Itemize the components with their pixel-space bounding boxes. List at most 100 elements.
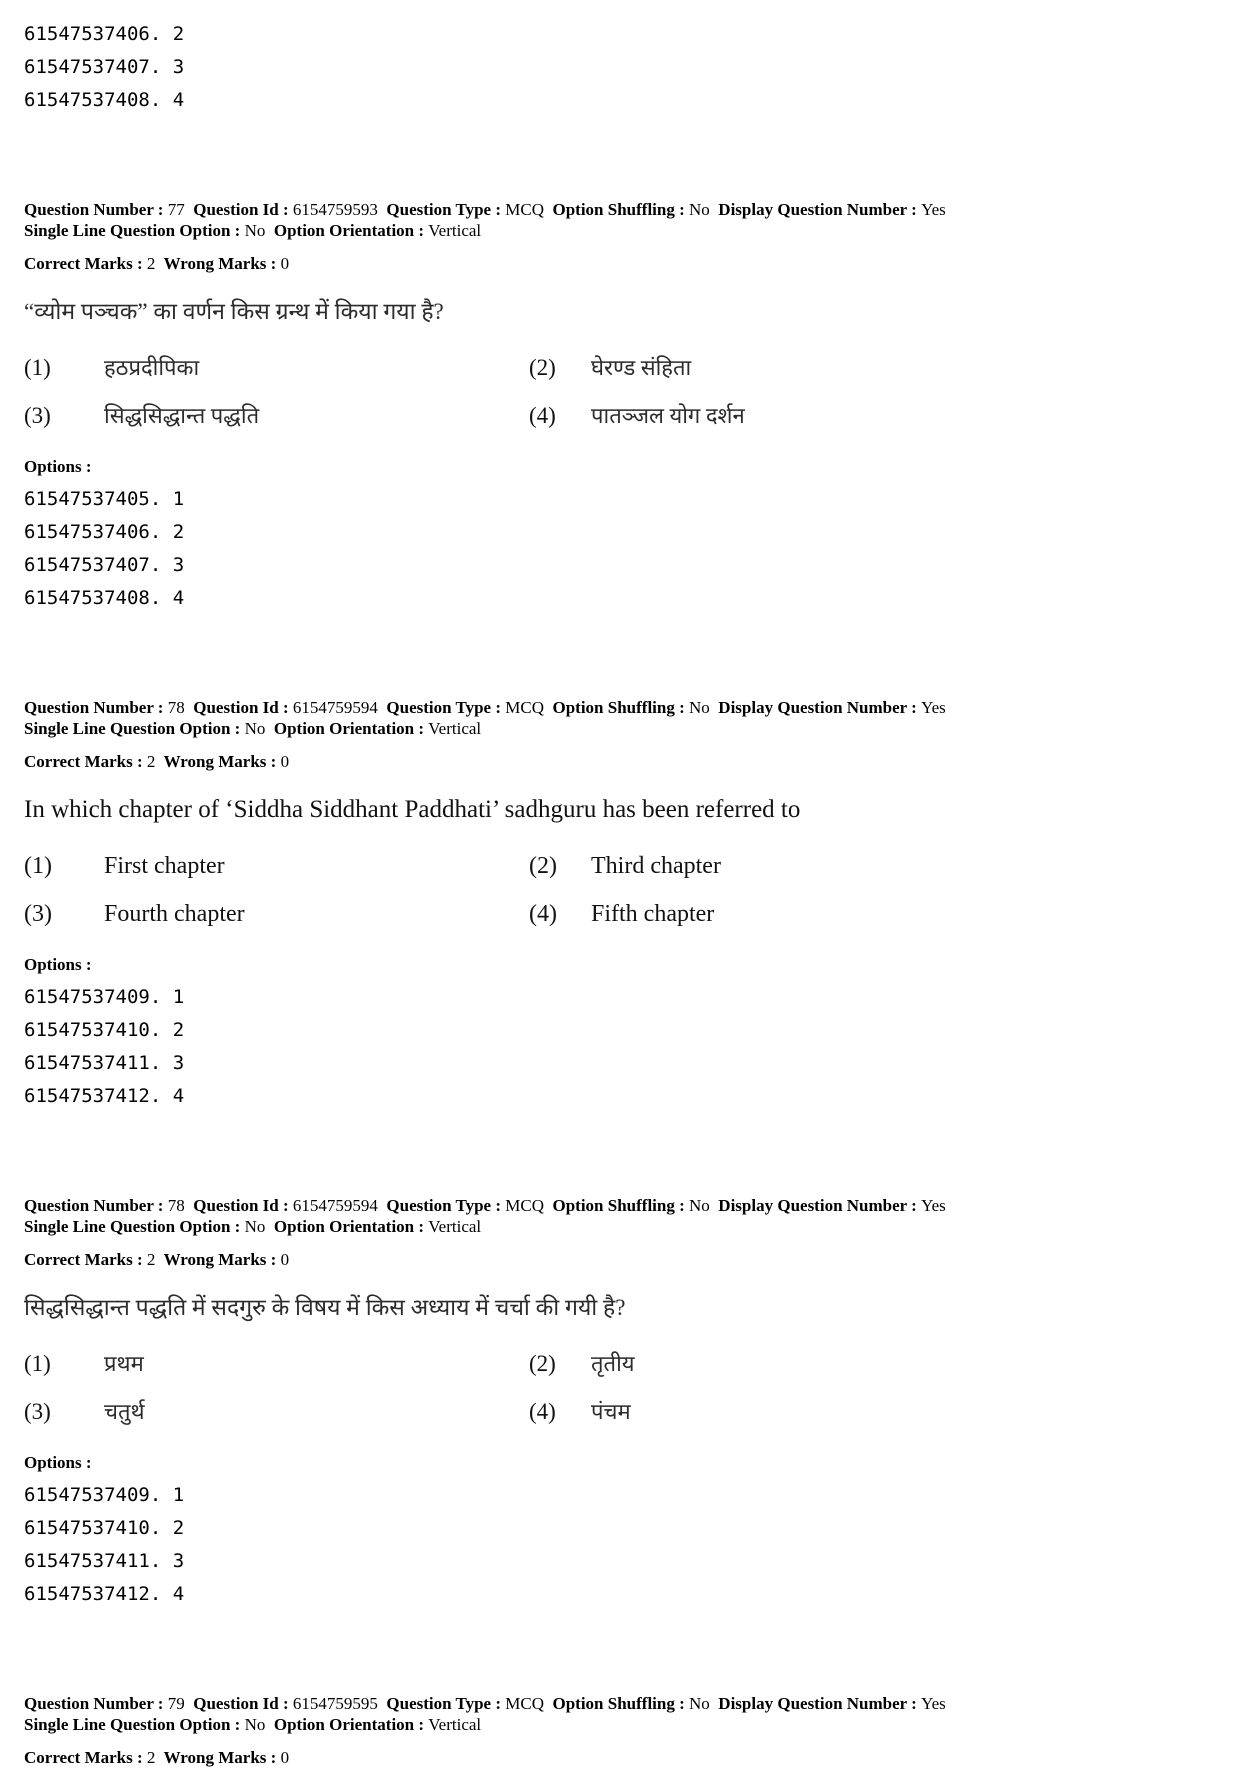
option-label: हठप्रदीपिका xyxy=(104,355,200,380)
label-option-orientation: Option Orientation : xyxy=(273,221,425,240)
value-single-line-question-option: No xyxy=(244,1217,266,1236)
question-meta-line-1: Question Number : 78 Question Id : 61547… xyxy=(24,697,1094,718)
label-correct-marks: Correct Marks : xyxy=(24,1748,143,1767)
option-number: (3) xyxy=(24,901,52,927)
question-meta-78-english: Question Number : 78 Question Id : 61547… xyxy=(24,697,1094,772)
option-number: (4) xyxy=(529,1399,556,1424)
option-number: (1) xyxy=(24,1351,51,1376)
option-id-line: 61547537408. 4 xyxy=(24,587,185,609)
options-row: (3) Fourth chapter (4) Fifth chapter xyxy=(24,890,1034,938)
question-meta-line-1: Question Number : 78 Question Id : 61547… xyxy=(24,1195,1094,1216)
label-question-number: Question Number : xyxy=(24,1694,164,1713)
option-id-line: 61547537407. 3 xyxy=(24,56,185,78)
option-number: (3) xyxy=(24,1399,51,1424)
label-correct-marks: Correct Marks : xyxy=(24,752,143,771)
value-single-line-question-option: No xyxy=(244,1715,266,1734)
option-id-line: 61547537406. 2 xyxy=(24,521,185,543)
value-question-type: MCQ xyxy=(505,200,544,219)
option-id-line: 61547537412. 4 xyxy=(24,1583,185,1605)
option-id-line: 61547537409. 1 xyxy=(24,986,185,1008)
options-label: Options : xyxy=(24,457,92,476)
option-item-1[interactable]: (1) हठप्रदीपिका xyxy=(24,344,529,392)
label-question-id: Question Id : xyxy=(193,1196,289,1215)
option-item-1[interactable]: (1) First chapter xyxy=(24,842,529,890)
option-label: Fourth chapter xyxy=(104,901,245,927)
value-option-shuffling: No xyxy=(689,1694,710,1713)
label-option-orientation: Option Orientation : xyxy=(273,719,425,738)
question-meta-line-2: Single Line Question Option : No Option … xyxy=(24,718,1094,739)
option-item-2[interactable]: (2) तृतीय xyxy=(529,1340,1034,1388)
option-item-1[interactable]: (1) प्रथम xyxy=(24,1340,529,1388)
label-question-id: Question Id : xyxy=(193,200,289,219)
question-meta-line-2: Single Line Question Option : No Option … xyxy=(24,220,1094,241)
value-correct-marks: 2 xyxy=(146,752,156,771)
option-item-2[interactable]: (2) घेरण्ड संहिता xyxy=(529,344,1034,392)
label-question-id: Question Id : xyxy=(193,698,289,717)
option-id-line: 61547537405. 1 xyxy=(24,488,185,510)
label-question-number: Question Number : xyxy=(24,200,164,219)
option-item-3[interactable]: (3) सिद्धसिद्धान्त पद्धति xyxy=(24,392,529,440)
value-display-question-number: Yes xyxy=(921,1196,946,1215)
value-option-shuffling: No xyxy=(689,200,710,219)
option-number: (1) xyxy=(24,355,51,380)
value-question-number: 78 xyxy=(167,1196,185,1215)
label-question-type: Question Type : xyxy=(386,1694,502,1713)
option-number: (4) xyxy=(529,901,557,927)
option-number: (2) xyxy=(529,355,556,380)
label-question-type: Question Type : xyxy=(386,698,502,717)
options-row: (3) चतुर्थ (4) पंचम xyxy=(24,1388,1034,1436)
label-question-id: Question Id : xyxy=(193,1694,289,1713)
value-option-shuffling: No xyxy=(689,1196,710,1215)
question-marks-line: Correct Marks : 2 Wrong Marks : 0 xyxy=(24,751,1094,772)
question-block-78-hindi: Question Number : 78 Question Id : 61547… xyxy=(24,1195,1094,1611)
question-meta-line-2: Single Line Question Option : No Option … xyxy=(24,1714,1094,1735)
label-display-question-number: Display Question Number : xyxy=(718,1694,917,1713)
option-id-line: 61547537411. 3 xyxy=(24,1052,185,1074)
value-option-orientation: Vertical xyxy=(428,221,482,240)
option-item-4[interactable]: (4) पातञ्जल योग दर्शन xyxy=(529,392,1034,440)
option-id-line: 61547537406. 2 xyxy=(24,23,185,45)
label-option-orientation: Option Orientation : xyxy=(273,1217,425,1236)
option-id-list: 61547537409. 1 61547537410. 2 6154753741… xyxy=(24,981,1094,1113)
value-display-question-number: Yes xyxy=(921,1694,946,1713)
label-wrong-marks: Wrong Marks : xyxy=(163,254,277,273)
label-display-question-number: Display Question Number : xyxy=(718,1196,917,1215)
option-label: First chapter xyxy=(104,853,225,879)
label-question-number: Question Number : xyxy=(24,698,164,717)
value-correct-marks: 2 xyxy=(146,1250,156,1269)
question-block-78-english: Question Number : 78 Question Id : 61547… xyxy=(24,697,1094,1113)
option-item-4[interactable]: (4) पंचम xyxy=(529,1388,1034,1436)
label-wrong-marks: Wrong Marks : xyxy=(163,752,277,771)
question-stem: In which chapter of ‘Siddha Siddhant Pad… xyxy=(24,796,801,823)
option-item-3[interactable]: (3) Fourth chapter xyxy=(24,890,529,938)
question-meta-line-1: Question Number : 79 Question Id : 61547… xyxy=(24,1693,1094,1714)
option-item-4[interactable]: (4) Fifth chapter xyxy=(529,890,1034,938)
value-question-id: 6154759594 xyxy=(292,1196,378,1215)
options-label: Options : xyxy=(24,1453,92,1472)
value-question-id: 6154759593 xyxy=(292,200,378,219)
question-meta-line-2: Single Line Question Option : No Option … xyxy=(24,1216,1094,1237)
value-question-type: MCQ xyxy=(505,698,544,717)
value-question-type: MCQ xyxy=(505,1694,544,1713)
option-id-list-top: 61547537406. 2 61547537407. 3 6154753740… xyxy=(24,18,1094,117)
document-page: 61547537406. 2 61547537407. 3 6154753740… xyxy=(0,0,1240,1767)
option-id-line: 61547537407. 3 xyxy=(24,554,185,576)
label-question-type: Question Type : xyxy=(386,1196,502,1215)
option-item-2[interactable]: (2) Third chapter xyxy=(529,842,1034,890)
option-number: (4) xyxy=(529,403,556,428)
question-meta-77: Question Number : 77 Question Id : 61547… xyxy=(24,199,1094,274)
label-correct-marks: Correct Marks : xyxy=(24,1250,143,1269)
value-option-shuffling: No xyxy=(689,698,710,717)
question-marks-line: Correct Marks : 2 Wrong Marks : 0 xyxy=(24,253,1094,274)
value-wrong-marks: 0 xyxy=(280,254,290,273)
label-wrong-marks: Wrong Marks : xyxy=(163,1250,277,1269)
option-label: Third chapter xyxy=(591,853,721,879)
option-id-line: 61547537410. 2 xyxy=(24,1019,185,1041)
option-label: तृतीय xyxy=(591,1351,635,1376)
options-grid: (1) हठप्रदीपिका (2) घेरण्ड संहिता (3) सि… xyxy=(24,344,1034,440)
label-option-shuffling: Option Shuffling : xyxy=(552,1694,685,1713)
label-question-number: Question Number : xyxy=(24,1196,164,1215)
option-item-3[interactable]: (3) चतुर्थ xyxy=(24,1388,529,1436)
